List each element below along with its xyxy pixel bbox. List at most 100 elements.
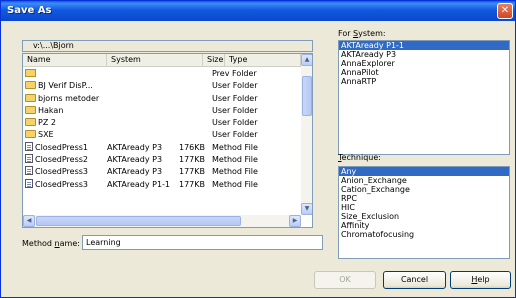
technique-list-item[interactable]: Chromatofocusing xyxy=(339,230,509,239)
file-row[interactable]: bjorns metoder User Folder xyxy=(23,93,301,105)
file-type-cell: Method File xyxy=(212,142,258,152)
file-size-cell: 177KB xyxy=(178,179,205,189)
file-name-cell: ClosedPress1 xyxy=(25,141,105,154)
technique-list-item[interactable]: RPC xyxy=(339,194,509,203)
file-name-cell: BJ Verif DisP... xyxy=(25,80,105,92)
file-row[interactable]: SXE User Folder xyxy=(23,129,301,141)
vertical-scroll-thumb[interactable] xyxy=(302,76,312,116)
help-button-suffix: elp xyxy=(477,275,490,284)
system-list-item[interactable]: AKTAready P3 xyxy=(339,50,509,59)
technique-list-item[interactable]: HIC xyxy=(339,203,509,212)
help-button[interactable]: Help xyxy=(450,271,511,289)
method-file-icon xyxy=(25,154,33,164)
file-name-cell xyxy=(25,68,105,80)
file-row[interactable]: ClosedPress3 AKTAready P3 177KB Method File xyxy=(23,166,301,178)
file-type-cell: User Folder xyxy=(212,93,258,103)
technique-label: Technique: xyxy=(338,153,381,162)
scroll-up-icon: ▲ xyxy=(304,56,310,63)
column-header-type[interactable]: Type xyxy=(225,54,301,67)
column-header-size[interactable]: Size xyxy=(203,54,225,67)
file-system-cell: AKTAready P1-1 xyxy=(107,179,171,189)
scroll-left-button[interactable]: ◀ xyxy=(23,215,35,227)
technique-list-item[interactable]: Size_Exclusion xyxy=(339,212,509,221)
file-type-cell: User Folder xyxy=(212,105,258,115)
file-type-cell: User Folder xyxy=(212,81,258,91)
folder-icon xyxy=(25,130,36,139)
file-name-cell: bjorns metoder xyxy=(25,93,105,105)
file-type-cell: Method File xyxy=(212,179,258,189)
file-size-cell: 176KB xyxy=(178,142,205,152)
file-size-cell: 177KB xyxy=(178,155,205,165)
technique-listbox[interactable]: Any Anion_Exchange Cation_Exchange RPC HIC Si… xyxy=(338,166,510,259)
file-name-cell: ClosedPress2 xyxy=(25,154,105,166)
file-row[interactable]: ClosedPress1 AKTAready P3 176KB Method File xyxy=(23,141,301,154)
method-file-icon xyxy=(25,178,33,188)
file-name-cell: SXE xyxy=(25,129,105,141)
system-list-item[interactable]: AnnaRTP xyxy=(339,77,509,86)
scroll-up-button[interactable]: ▲ xyxy=(301,54,312,66)
vertical-scrollbar[interactable]: ▲ ▼ xyxy=(301,54,312,215)
file-name: Hakan xyxy=(38,105,64,115)
system-list-item[interactable]: AnnaPilot xyxy=(339,68,509,77)
ok-button[interactable]: OK xyxy=(314,271,376,289)
file-list: Name System Size Type Prev Folder BJ Veri… xyxy=(22,53,313,228)
file-row[interactable]: ClosedPress3 AKTAready P1-1 177KB Method Fi… xyxy=(23,178,301,191)
file-name: ClosedPress3 xyxy=(35,179,89,189)
file-name: BJ Verif DisP... xyxy=(38,81,93,91)
scroll-left-icon: ◀ xyxy=(26,217,32,224)
for-system-label-suffix: ystem: xyxy=(358,29,386,38)
folder-icon xyxy=(25,81,36,90)
file-type-cell: Method File xyxy=(212,155,258,165)
file-row[interactable]: BJ Verif DisP... User Folder xyxy=(23,80,301,92)
file-row[interactable]: Prev Folder xyxy=(23,68,301,80)
horizontal-scrollbar[interactable]: ◀ ▶ xyxy=(23,215,301,227)
horizontal-scroll-thumb[interactable] xyxy=(36,216,241,226)
system-list-item[interactable]: AKTAready P1-1 xyxy=(339,41,509,50)
window-title: Save As xyxy=(7,5,52,16)
file-name: ClosedPress2 xyxy=(35,155,89,165)
for-system-listbox[interactable]: AKTAready P1-1 AKTAready P3 AnnaExplorer An… xyxy=(338,40,510,155)
system-list-item[interactable]: AnnaExplorer xyxy=(339,59,509,68)
file-type-cell: Method File xyxy=(212,167,258,177)
file-name: ClosedPress1 xyxy=(35,142,89,152)
cancel-button[interactable]: Cancel xyxy=(383,271,446,289)
current-path: v:\...\Bjorn xyxy=(22,40,313,52)
technique-list-item[interactable]: Cation_Exchange xyxy=(339,185,509,194)
folder-icon xyxy=(25,105,36,114)
file-system-cell: AKTAready P3 xyxy=(107,167,163,177)
close-icon: ✕ xyxy=(500,5,510,16)
folder-icon xyxy=(25,93,36,102)
file-name-cell: ClosedPress3 xyxy=(25,166,105,178)
technique-label-suffix: echnique: xyxy=(341,153,381,162)
file-name: bjorns metoder xyxy=(38,93,100,103)
for-system-label-prefix: For xyxy=(338,29,354,38)
file-row[interactable]: ClosedPress2 AKTAready P3 177KB Method File xyxy=(23,154,301,166)
file-system-cell: AKTAready P3 xyxy=(107,142,163,152)
save-as-dialog: Save As ✕ v:\...\Bjorn Name System Size … xyxy=(0,0,516,298)
file-type-cell: User Folder xyxy=(212,130,258,140)
column-header-system[interactable]: System xyxy=(107,54,203,67)
file-name-cell: PZ 2 xyxy=(25,117,105,129)
scroll-down-button[interactable]: ▼ xyxy=(301,203,312,215)
file-row[interactable]: PZ 2 User Folder xyxy=(23,117,301,129)
file-size-cell: 177KB xyxy=(178,167,205,177)
file-name-cell: ClosedPress3 xyxy=(25,178,105,191)
method-name-input[interactable]: Learning xyxy=(82,235,323,250)
close-button[interactable]: ✕ xyxy=(497,3,513,19)
technique-list-item[interactable]: Any xyxy=(339,167,509,176)
technique-list-item[interactable]: Anion_Exchange xyxy=(339,176,509,185)
method-file-icon xyxy=(25,141,33,151)
file-type-cell: User Folder xyxy=(212,118,258,128)
column-header-name[interactable]: Name xyxy=(23,54,107,67)
file-name: SXE xyxy=(38,130,54,140)
file-rows: Prev Folder BJ Verif DisP... User Folder bj… xyxy=(23,68,301,191)
technique-list-item[interactable]: Affinity xyxy=(339,221,509,230)
method-name-label-suffix: ame: xyxy=(59,239,80,248)
folder-icon xyxy=(25,118,36,127)
file-row[interactable]: Hakan User Folder xyxy=(23,105,301,117)
file-name: ClosedPress3 xyxy=(35,167,89,177)
method-name-label-prefix: Method xyxy=(22,239,55,248)
title-bar[interactable]: Save As ✕ xyxy=(1,1,515,21)
method-file-icon xyxy=(25,166,33,176)
scroll-right-button[interactable]: ▶ xyxy=(289,215,301,227)
